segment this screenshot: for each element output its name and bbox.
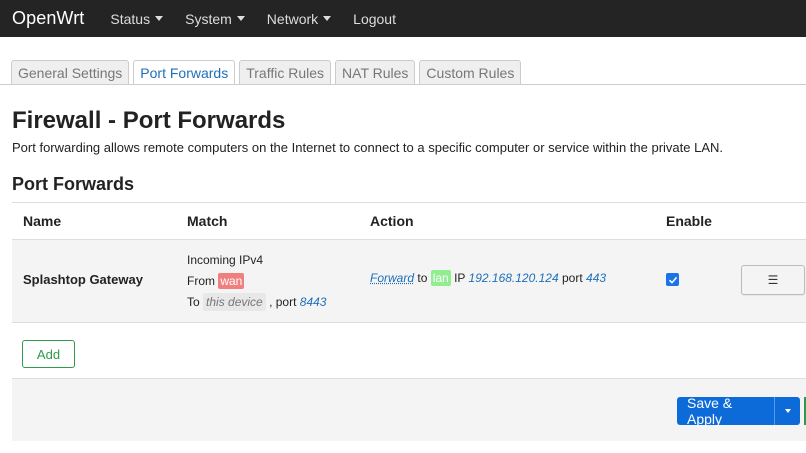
- nav-system-menu[interactable]: System: [185, 11, 245, 27]
- checkmark-icon: [668, 276, 677, 284]
- port-label: , port: [269, 295, 297, 309]
- chevron-down-icon: [784, 409, 791, 413]
- enable-checkbox[interactable]: [666, 273, 679, 286]
- match-family: Incoming IPv4: [187, 253, 264, 267]
- header-match: Match: [187, 213, 228, 229]
- port-forwards-table: Name Match Action Enable Splashtop Gatew…: [12, 202, 806, 323]
- brand-logo[interactable]: OpenWrt: [12, 8, 84, 29]
- from-label: From: [187, 274, 215, 288]
- tab-traffic-rules[interactable]: Traffic Rules: [239, 60, 332, 85]
- match-to: To this device , port 8443: [187, 292, 326, 313]
- nav-status-label: Status: [110, 10, 151, 27]
- tab-port-forwards[interactable]: Port Forwards: [133, 60, 236, 85]
- match-port: 8443: [299, 295, 327, 309]
- nav-network-label: Network: [266, 10, 319, 27]
- save-apply-group: Save & Apply: [677, 395, 800, 427]
- nav-status-menu[interactable]: Status: [110, 10, 164, 27]
- checkbox-checked[interactable]: [666, 273, 679, 286]
- action-to-label: to: [417, 271, 428, 285]
- save-apply-dropdown[interactable]: [774, 397, 800, 425]
- zone-badge-wan: wan: [218, 273, 245, 289]
- nav-logout-link[interactable]: Logout: [353, 11, 396, 27]
- header-name: Name: [23, 213, 62, 229]
- chevron-down-icon: [236, 16, 245, 21]
- rule-name: Splashtop Gateway: [23, 272, 143, 287]
- table-header: Name Match Action Enable: [12, 202, 806, 240]
- match-from: From wan: [187, 271, 326, 292]
- section-title: Port Forwards: [12, 174, 135, 194]
- tab-divider: [0, 84, 806, 85]
- add-button[interactable]: Add: [22, 340, 75, 368]
- to-label: To: [187, 295, 200, 309]
- rule-action: Forward to lan IP 192.168.120.124 port 4…: [370, 270, 607, 286]
- row-menu-button[interactable]: ☰: [741, 265, 805, 295]
- device-badge: this device: [203, 293, 266, 311]
- header-action: Action: [370, 213, 414, 229]
- tab-nat-rules[interactable]: NAT Rules: [335, 60, 416, 85]
- zone-badge-lan: lan: [430, 270, 451, 286]
- firewall-tabs: General Settings Port Forwards Traffic R…: [11, 60, 525, 85]
- rule-match: Incoming IPv4 From wan To this device , …: [187, 250, 326, 313]
- ip-label: IP: [454, 271, 466, 285]
- chevron-down-icon: [155, 16, 164, 21]
- page-actions: Save & Apply: [12, 378, 806, 441]
- action-port-label: port: [561, 271, 583, 285]
- tab-custom-rules[interactable]: Custom Rules: [419, 60, 522, 85]
- save-apply-button[interactable]: Save & Apply: [677, 395, 774, 427]
- top-navbar: OpenWrt Status System Network Logout: [0, 0, 806, 37]
- nav-system-label: System: [185, 10, 232, 27]
- header-enable: Enable: [666, 213, 712, 229]
- nav-network-menu[interactable]: Network: [266, 10, 332, 27]
- dest-ip: 192.168.120.124: [468, 271, 559, 285]
- page-description: Port forwarding allows remote computers …: [12, 140, 724, 155]
- tab-general-settings[interactable]: General Settings: [11, 60, 130, 85]
- chevron-down-icon: [323, 16, 332, 21]
- dest-port: 443: [586, 271, 607, 285]
- table-row: Splashtop Gateway Incoming IPv4 From wan…: [12, 240, 806, 323]
- forward-link[interactable]: Forward: [370, 271, 414, 285]
- hamburger-icon: ☰: [767, 273, 779, 287]
- page-title: Firewall - Port Forwards: [12, 107, 286, 134]
